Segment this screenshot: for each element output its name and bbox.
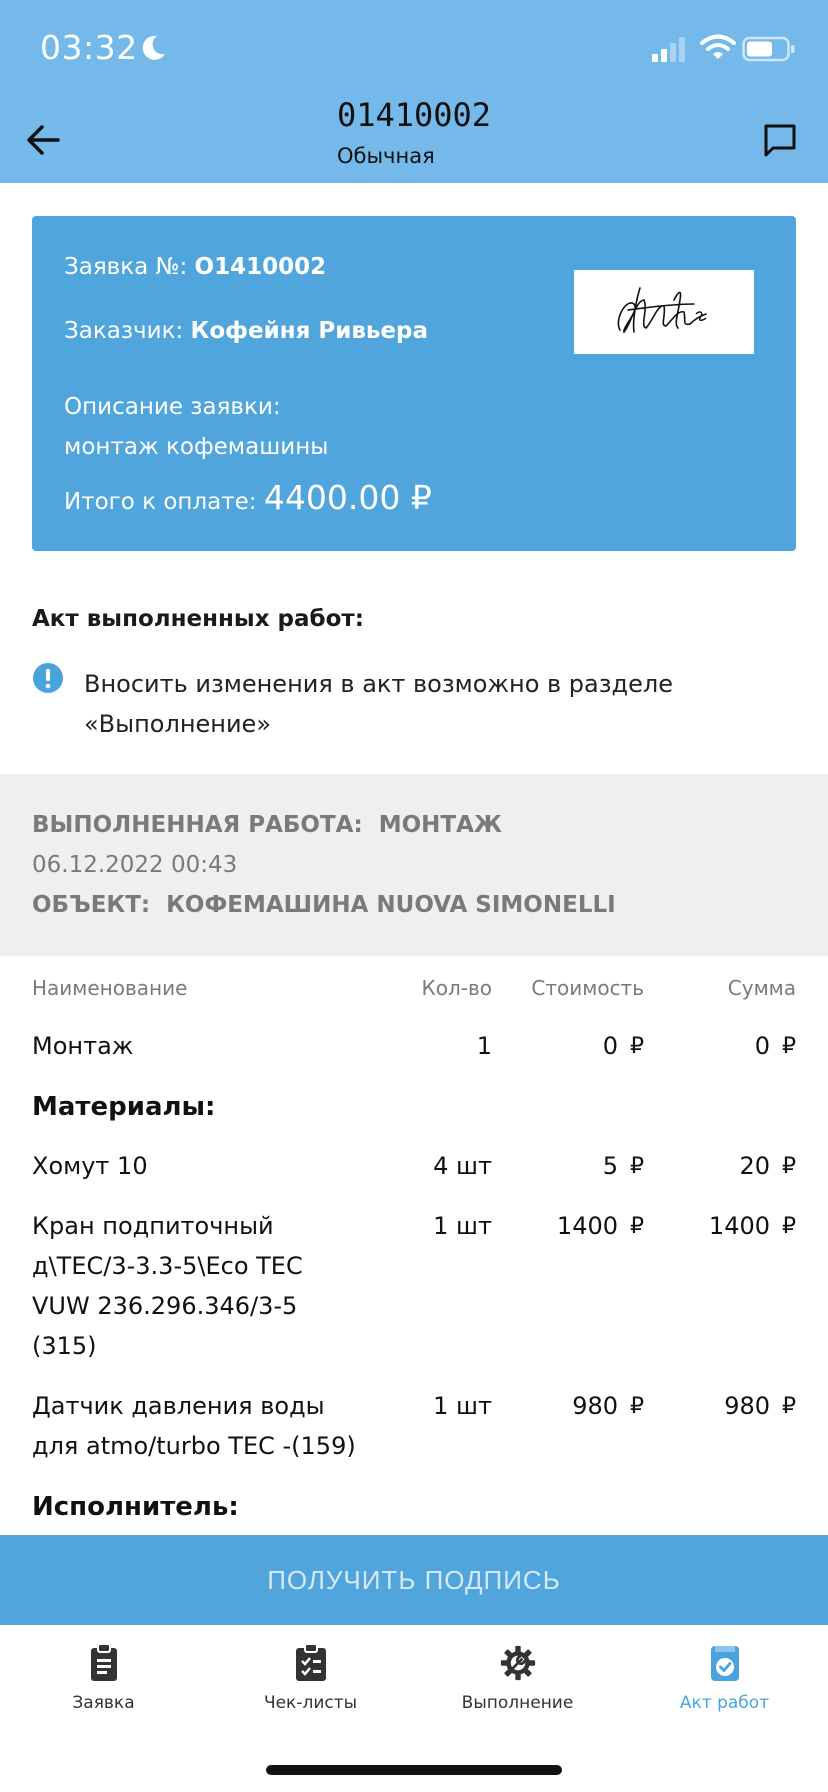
executor-title: Исполнитель: — [32, 1492, 239, 1522]
row-name-line: VUW 236.296.346/3-5 — [32, 1292, 298, 1320]
clipboard-list-icon — [90, 1643, 117, 1681]
page-title: 01410002 — [336, 96, 492, 134]
column-header-qty: Кол-во — [421, 976, 492, 1000]
materials-title: Материалы: — [32, 1092, 216, 1122]
row-name-line: Кран подпиточный — [32, 1212, 274, 1240]
battery-icon — [742, 36, 795, 62]
gear-wrench-icon — [500, 1645, 535, 1681]
tab-label: Акт работ — [679, 1693, 770, 1713]
column-header-sum: Сумма — [727, 976, 796, 1000]
work-summary: ВЫПОЛНЕННАЯ РАБОТА: МОНТАЖ 06.12.2022 00… — [0, 774, 828, 956]
tab-execution[interactable]: Выполнение — [414, 1643, 621, 1713]
object-value: КОФЕМАШИНА NUOVA SIMONELLI — [166, 892, 616, 918]
customer-line: Заказчик: Кофейня Ривьера — [64, 318, 428, 344]
order-label: Заявка №: — [64, 254, 188, 280]
currency-symbol: ₽ — [630, 1034, 644, 1059]
total-label: Итого к оплате: — [64, 489, 257, 515]
order-value: O1410002 — [194, 254, 327, 280]
row-name-line: д\TEC/3-3.3-5\Eco TEC — [32, 1252, 303, 1280]
description-label: Описание заявки: — [64, 394, 281, 420]
order-type: Обычная — [337, 144, 435, 168]
row-sum: 980 — [724, 1392, 770, 1420]
document-check-icon — [710, 1646, 739, 1681]
signature-image — [574, 270, 754, 354]
row-price: 980 — [572, 1392, 618, 1420]
tab-checklists[interactable]: Чек-листы — [207, 1643, 414, 1713]
row-sum: 0 — [754, 1032, 770, 1060]
currency-symbol: ₽ — [630, 1394, 644, 1419]
object-label: ОБЪЕКТ: — [32, 892, 151, 918]
row-name-line: (315) — [32, 1332, 97, 1360]
get-signature-button[interactable]: ПОЛУЧИТЬ ПОДПИСЬ — [0, 1535, 828, 1625]
description-value: монтаж кофемашины — [64, 434, 329, 460]
currency-symbol: ₽ — [630, 1214, 644, 1239]
row-sum: 20 — [739, 1152, 770, 1180]
customer-label: Заказчик: — [64, 318, 184, 344]
tab-label: Выполнение — [461, 1693, 574, 1713]
tab-label: Заявка — [72, 1693, 135, 1713]
currency-symbol: ₽ — [782, 1394, 796, 1419]
row-price: 5 — [602, 1152, 618, 1180]
clipboard-check-icon — [295, 1643, 326, 1681]
row-qty: 1 — [476, 1032, 492, 1060]
tab-work-act[interactable]: Акт работ — [621, 1643, 828, 1713]
work-value: МОНТАЖ — [378, 812, 503, 838]
order-number-line: Заявка №: O1410002 — [64, 254, 326, 280]
currency-symbol: ₽ — [782, 1154, 796, 1179]
column-header-price: Стоимость — [531, 976, 644, 1000]
currency-symbol: ₽ — [782, 1214, 796, 1239]
tab-label: Чек-листы — [263, 1693, 358, 1713]
row-price: 0 — [602, 1032, 618, 1060]
wifi-icon — [700, 34, 736, 59]
moon-icon — [142, 35, 165, 60]
row-sum: 1400 — [708, 1212, 770, 1240]
signal-icon — [652, 37, 685, 62]
tab-order[interactable]: Заявка — [0, 1643, 207, 1713]
currency-symbol: ₽ — [782, 1034, 796, 1059]
act-title: Акт выполненных работ: — [32, 606, 364, 632]
home-indicator[interactable] — [266, 1765, 562, 1775]
row-qty: 1 шт — [433, 1212, 492, 1240]
object-line: ОБЪЕКТ: КОФЕМАШИНА NUOVA SIMONELLI — [32, 892, 616, 918]
column-header-name: Наименование — [32, 976, 188, 1000]
status-time: 03:32 — [40, 28, 138, 67]
row-name: Хомут 10 — [32, 1152, 148, 1180]
row-qty: 1 шт — [433, 1392, 492, 1420]
chat-icon[interactable] — [760, 120, 800, 160]
total-line: Итого к оплате: 4400.00 ₽ — [64, 478, 432, 517]
signature-icon — [617, 287, 707, 334]
total-value: 4400.00 ₽ — [263, 478, 432, 517]
currency-symbol: ₽ — [630, 1154, 644, 1179]
row-name-line: Датчик давления воды — [32, 1392, 325, 1420]
order-info-card: Заявка №: O1410002 Заказчик: Кофейня Рив… — [32, 216, 796, 551]
customer-value: Кофейня Ривьера — [190, 318, 429, 344]
act-note: Вносить изменения в акт возможно в разде… — [84, 670, 673, 738]
work-datetime: 06.12.2022 00:43 — [32, 852, 238, 878]
work-type-line: ВЫПОЛНЕННАЯ РАБОТА: МОНТАЖ — [32, 812, 502, 838]
work-label: ВЫПОЛНЕННАЯ РАБОТА: — [32, 812, 363, 838]
row-qty: 4 шт — [433, 1152, 492, 1180]
row-name-line: для atmo/turbo TEC -(159) — [32, 1432, 356, 1460]
info-icon — [33, 663, 63, 693]
row-price: 1400 — [556, 1212, 618, 1240]
row-name: Монтаж — [32, 1032, 134, 1060]
